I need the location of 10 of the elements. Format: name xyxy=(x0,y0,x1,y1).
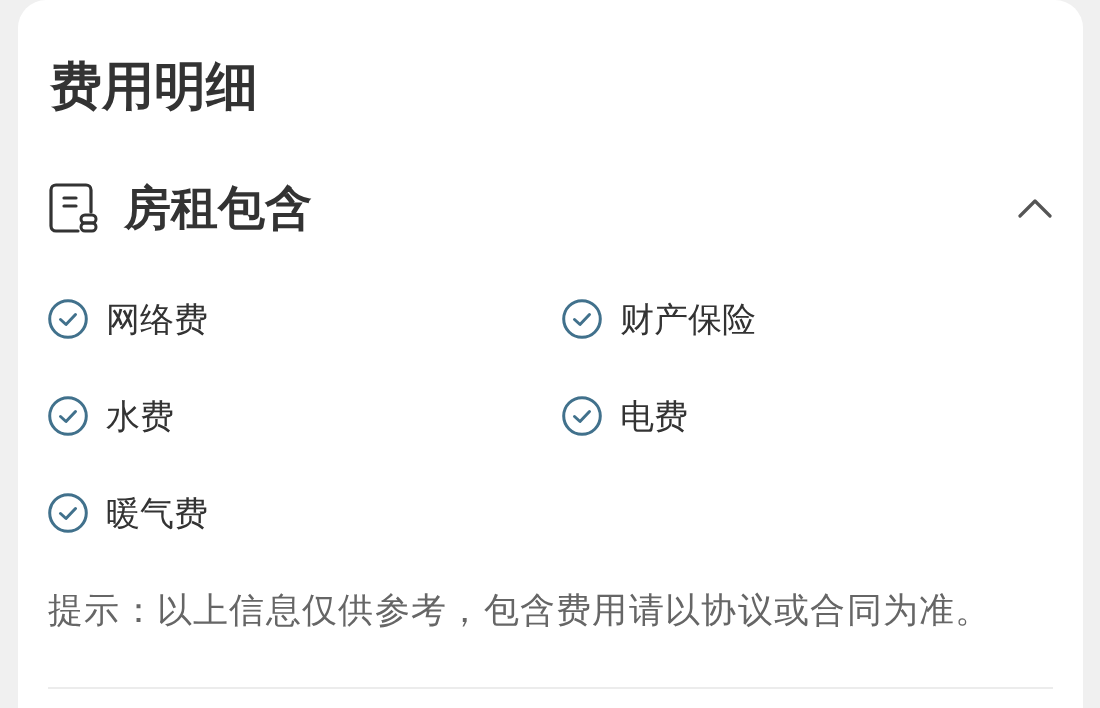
hint-text: 提示：以上信息仅供参考，包含费用请以协议或合同为准。 xyxy=(48,589,993,632)
chevron-up-icon[interactable] xyxy=(1018,198,1052,218)
page-title: 费用明细 xyxy=(49,55,258,118)
document-icon xyxy=(48,182,98,234)
section-title: 房租包含 xyxy=(124,179,312,237)
item-label: 财产保险 xyxy=(620,298,756,341)
item-label: 网络费 xyxy=(106,298,208,341)
item-label: 电费 xyxy=(620,395,688,438)
item-label: 暖气费 xyxy=(106,492,208,535)
item-label: 水费 xyxy=(106,395,174,438)
